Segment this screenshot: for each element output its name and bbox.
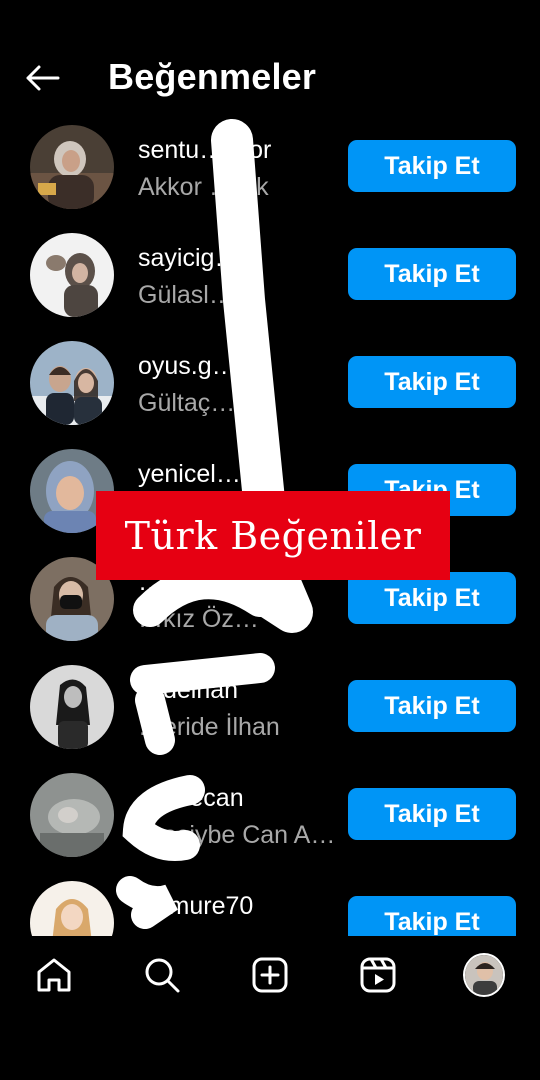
list-item: oyus.g… Gültaç…s Takip Et [0,314,540,425]
search-icon [145,958,180,993]
list-item: …delhan …eride İlhan Takip Et [0,638,540,749]
nav-reels[interactable] [357,954,399,996]
avatar[interactable] [30,125,114,209]
follow-button[interactable]: Takip Et [348,896,516,936]
profile-avatar [463,953,505,997]
follow-button[interactable]: Takip Et [348,788,516,840]
nav-search[interactable] [141,954,183,996]
arrow-left-icon [26,65,60,91]
back-button[interactable] [22,58,62,98]
page-title: Beğenmeler [108,56,317,97]
username[interactable]: yenicel…et [138,460,262,489]
username[interactable]: sayicig…li [138,244,251,273]
full-name: Akkor …ürk [138,173,269,201]
bottom-nav [0,936,540,1016]
nav-home[interactable] [33,954,75,996]
avatar[interactable] [30,341,114,425]
username[interactable]: …lmure70 [138,892,253,921]
watermark-banner: Türk Beğeniler [96,491,450,580]
full-name: Gülasl…ıcı [138,281,261,309]
follow-button[interactable]: Takip Et [348,248,516,300]
username[interactable]: sentu…kkor [138,136,271,165]
full-name: …asiybe Can Ak… [138,821,344,849]
reels-icon [360,957,396,993]
home-icon [37,958,71,992]
username[interactable]: …delhan [138,676,238,705]
username[interactable]: …ybecan [138,784,244,813]
nav-new-post[interactable] [249,954,291,996]
list-item: sayicig…li Gülasl…ıcı Takip Et [0,206,540,317]
avatar[interactable] [30,773,114,857]
follow-button[interactable]: Takip Et [348,356,516,408]
avatar[interactable] [30,233,114,317]
avatar[interactable] [30,665,114,749]
watermark-text: Türk Beğeniler [124,513,422,558]
avatar[interactable] [30,881,114,936]
nav-profile[interactable] [463,953,505,997]
username[interactable]: oyus.g… [138,352,237,381]
follow-button[interactable]: Takip Et [348,680,516,732]
list-item: …ybecan …asiybe Can Ak… Takip Et [0,746,540,857]
list-item: sentu…kkor Akkor …ürk Takip Et [0,98,540,209]
full-name: Gültaç…s [138,389,248,417]
follow-button[interactable]: Takip Et [348,140,516,192]
full-name: …kız Öz… [138,605,259,633]
new-post-icon [252,957,288,993]
list-item: …lmure70 Takip Et [0,854,540,936]
full-name: …eride İlhan [138,713,280,741]
